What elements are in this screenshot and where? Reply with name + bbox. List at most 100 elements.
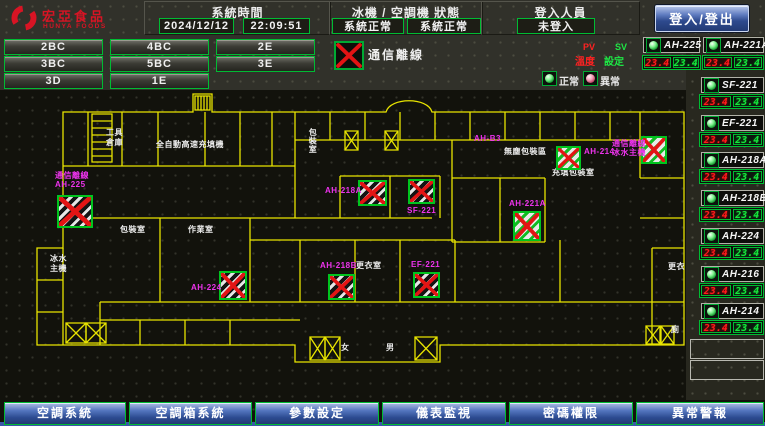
- unit-SF-221-led: [704, 78, 719, 93]
- floor-button-3d[interactable]: 3D: [4, 73, 103, 89]
- unit-empty-slot: [690, 360, 764, 380]
- unit-AH-224-led: [704, 229, 719, 244]
- unit-AH-221A-pv: 23.4: [704, 57, 732, 68]
- offline-x-icon: [336, 43, 362, 68]
- unit-AH-214-values: 23.423.4: [699, 320, 764, 335]
- unit-AH-214-pv: 23.4: [701, 322, 731, 333]
- equipment-marker-AH-225[interactable]: [57, 195, 93, 228]
- equipment-marker-SF-221[interactable]: [408, 179, 435, 204]
- nav-password-auth[interactable]: 密碼權限: [509, 402, 633, 425]
- floorplan-label-15: 廁: [671, 325, 680, 334]
- unit-AH-218A-values: 23.423.4: [699, 169, 764, 184]
- unit-EF-221-label: EF-221: [722, 118, 758, 129]
- login-logout-button[interactable]: 登入/登出: [655, 5, 749, 32]
- unit-AH-216-led: [704, 267, 719, 282]
- equipment-label-SF-221: SF-221: [407, 206, 436, 215]
- unit-AH-225-sv: 23.4: [673, 57, 700, 68]
- nav-alarm[interactable]: 異常警報: [636, 402, 764, 425]
- equipment-marker-AH-224[interactable]: [219, 271, 247, 300]
- unit-AH-221A-name: AH-221A: [703, 37, 764, 53]
- unit-SF-221-values: 23.423.4: [699, 94, 764, 109]
- floorplan-label-2: 全自動高速充填機: [156, 140, 224, 149]
- hmi-screen: 工具倉庫全自動高速充填機包裝室AH-B3無塵包裝區充填包裝室包裝室作業室更衣室冰…: [0, 0, 765, 426]
- unit-AH-224-label: AH-224: [722, 231, 759, 242]
- unit-AH-221A-label: AH-221A: [724, 40, 765, 51]
- login-user-value: 未登入: [517, 18, 595, 34]
- unit-AH-221A-sv: 23.4: [734, 57, 762, 68]
- brand-logo-icon: [10, 4, 38, 32]
- offline-legend-box: [334, 41, 364, 70]
- offline-x-icon: [643, 138, 665, 162]
- offline-x-icon: [360, 182, 385, 204]
- unit-AH-225-name: AH-225: [643, 37, 700, 53]
- unit-empty-slot: [690, 339, 764, 359]
- equipment-marker-EF-221[interactable]: [413, 272, 440, 298]
- pv-label: PV: [583, 42, 595, 52]
- offline-x-icon: [221, 273, 245, 298]
- unit-AH-224-sv: 23.4: [733, 247, 763, 258]
- unit-AH-216-sv: 23.4: [733, 285, 763, 296]
- unit-AH-225-pv: 23.4: [644, 57, 671, 68]
- unit-AH-218B-sv: 23.4: [733, 209, 763, 220]
- normal-legend-label: 正常: [559, 73, 579, 88]
- unit-AH-216-name: AH-216: [701, 266, 764, 282]
- unit-AH-218B-label: AH-218B: [722, 193, 765, 204]
- unit-EF-221-sv: 23.4: [733, 134, 763, 145]
- shaft-x-boxes: [66, 131, 674, 360]
- unit-AH-218B-led: [704, 191, 719, 206]
- unit-AH-225-led: [646, 38, 661, 53]
- unit-AH-214-label: AH-214: [722, 306, 759, 317]
- ahu-status-value: 系統正常: [407, 18, 481, 34]
- offline-legend-label: 通信離線: [368, 46, 424, 63]
- equipment-marker-AH-218A[interactable]: [358, 180, 387, 206]
- floor-button-3e[interactable]: 3E: [216, 56, 315, 72]
- floorplan-label-0: 工具: [106, 128, 123, 137]
- nav-param-settings[interactable]: 參數設定: [255, 402, 379, 425]
- equipment-marker-AH-218B[interactable]: [328, 274, 355, 300]
- unit-SF-221-pv: 23.4: [701, 96, 731, 107]
- abnormal-legend-label: 異常: [600, 73, 620, 88]
- system-date-value: 2024/12/12: [159, 18, 234, 34]
- floor-button-5bc[interactable]: 5BC: [110, 56, 209, 72]
- normal-led: [542, 71, 557, 86]
- equipment-label-AH-214: AH-214: [584, 147, 615, 156]
- equipment-label-chiller: 通信離線 冰水主機: [612, 139, 646, 157]
- equipment-label-AH-225: 通信離線 AH-225: [55, 171, 89, 189]
- unit-AH-225-label: AH-225: [664, 40, 701, 51]
- unit-AH-216-values: 23.423.4: [699, 283, 764, 298]
- floor-button-2bc[interactable]: 2BC: [4, 39, 103, 55]
- unit-SF-221-sv: 23.4: [733, 96, 763, 107]
- floorplan-label-14: 更衣: [668, 262, 685, 271]
- floorplan-label-10: 冰水: [50, 254, 67, 263]
- unit-SF-221-label: SF-221: [722, 80, 758, 91]
- floor-button-3bc[interactable]: 3BC: [4, 56, 103, 72]
- set-label: 設定: [604, 53, 624, 68]
- unit-AH-218A-pv: 23.4: [701, 171, 731, 182]
- floorplan-label-13: 男: [386, 343, 395, 352]
- sv-label: SV: [615, 42, 627, 52]
- nav-meter-monitor[interactable]: 儀表監視: [382, 402, 506, 425]
- nav-ahu-system[interactable]: 空調箱系統: [129, 402, 252, 425]
- floorplan-label-8: 作業室: [188, 225, 214, 234]
- equipment-label-AH-224: AH-224: [191, 283, 222, 292]
- unit-AH-224-pv: 23.4: [701, 247, 731, 258]
- equipment-label-AH-221A: AH-221A: [509, 199, 546, 208]
- offline-x-icon: [558, 148, 579, 168]
- floor-button-1e[interactable]: 1E: [110, 73, 209, 89]
- offline-x-icon: [415, 274, 438, 296]
- unit-AH-214-name: AH-214: [701, 303, 764, 319]
- floor-button-4bc[interactable]: 4BC: [110, 39, 209, 55]
- unit-AH-218B-pv: 23.4: [701, 209, 731, 220]
- unit-AH-218B-name: AH-218B: [701, 190, 764, 206]
- floor-button-2e[interactable]: 2E: [216, 39, 315, 55]
- equipment-marker-AH-221A[interactable]: [513, 211, 541, 241]
- unit-AH-218A-led: [704, 153, 719, 168]
- unit-AH-221A-values: 23.423.4: [702, 55, 764, 70]
- floorplan-label-12: 女: [341, 343, 350, 352]
- equipment-label-AH-218A: AH-218A: [325, 186, 362, 195]
- nav-ac-system[interactable]: 空調系統: [4, 402, 126, 425]
- chiller-status-value: 系統正常: [332, 18, 404, 34]
- floorplan-label-4: AH-B3: [474, 134, 501, 143]
- unit-AH-221A-led: [706, 38, 721, 53]
- equipment-marker-AH-214[interactable]: [556, 146, 581, 170]
